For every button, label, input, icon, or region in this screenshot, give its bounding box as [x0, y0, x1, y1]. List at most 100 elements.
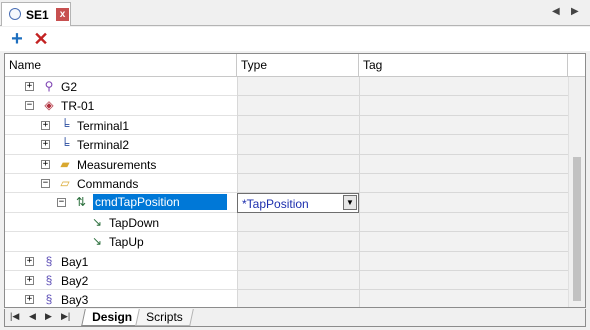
- type-cell[interactable]: [237, 212, 359, 233]
- type-cell[interactable]: [237, 251, 359, 271]
- close-icon[interactable]: x: [56, 8, 69, 21]
- collapse-icon[interactable]: −: [41, 178, 50, 188]
- name-cell[interactable]: ↘ TapUp: [5, 232, 237, 252]
- prev-page-icon[interactable]: ◀: [29, 311, 36, 322]
- node-label: Bay2: [61, 273, 89, 288]
- table-row[interactable]: + ╘ Terminal2: [5, 135, 568, 155]
- transformer-icon: ◈: [44, 98, 54, 113]
- tag-cell[interactable]: [359, 96, 568, 116]
- table-row[interactable]: + § Bay2: [5, 270, 568, 291]
- name-cell[interactable]: + ⚲ G2: [5, 77, 237, 97]
- name-cell[interactable]: ↘ TapDown: [5, 213, 237, 233]
- delete-icon[interactable]: ✕: [31, 29, 51, 49]
- name-cell[interactable]: − ◈ TR-01: [5, 96, 237, 116]
- tag-cell[interactable]: [359, 290, 568, 307]
- name-cell[interactable]: + ▰ Measurements: [5, 155, 237, 174]
- name-cell[interactable]: + § Bay3: [5, 290, 237, 308]
- collapse-icon[interactable]: −: [57, 198, 66, 208]
- toolbar: + ✕: [0, 27, 590, 51]
- document-tab-bar: SE1 x ◀ ▶: [0, 0, 590, 26]
- type-cell[interactable]: [237, 173, 359, 194]
- table-row[interactable]: + ╘ Terminal1: [5, 115, 568, 136]
- command-icon: ⇅: [75, 195, 87, 210]
- table-row[interactable]: − ▱ Commands: [5, 173, 568, 194]
- type-cell[interactable]: [237, 154, 359, 174]
- expand-icon[interactable]: +: [41, 120, 50, 130]
- type-cell[interactable]: *TapPosition ▼: [237, 193, 359, 213]
- bay-icon: §: [45, 253, 53, 268]
- type-cell[interactable]: [237, 270, 359, 291]
- type-cell[interactable]: [237, 115, 359, 136]
- tab-title: SE1: [26, 8, 49, 22]
- command-item-icon: ↘: [91, 214, 103, 229]
- command-item-icon: ↘: [91, 234, 103, 249]
- scrollbar-thumb[interactable]: [573, 157, 581, 301]
- name-cell[interactable]: + § Bay1: [5, 252, 237, 271]
- tag-cell[interactable]: [359, 135, 568, 155]
- tab-scroll-left-icon[interactable]: ◀: [552, 6, 560, 17]
- next-page-icon[interactable]: ▶: [45, 311, 52, 322]
- node-label: G2: [61, 80, 78, 94]
- table-row[interactable]: + § Bay1: [5, 251, 568, 271]
- expand-icon[interactable]: +: [25, 82, 34, 91]
- tab-design-label: Design: [92, 310, 133, 324]
- name-cell[interactable]: + § Bay2: [5, 271, 237, 291]
- last-page-icon[interactable]: ▶|: [61, 311, 70, 322]
- name-cell[interactable]: − ▱ Commands: [5, 174, 237, 194]
- tag-cell[interactable]: [359, 212, 568, 233]
- tab-scripts-label: Scripts: [146, 310, 183, 324]
- node-label: Terminal1: [77, 118, 130, 133]
- name-cell[interactable]: + ╘ Terminal2: [5, 135, 237, 155]
- tree-grid: Name Type Tag + ⚲ G2− ◈ TR-01 + ╘ Terminal1 + ╘ Te…: [4, 53, 586, 308]
- add-icon[interactable]: +: [7, 29, 27, 49]
- table-row[interactable]: − ◈ TR-01: [5, 96, 568, 116]
- tab-scripts[interactable]: Scripts: [135, 309, 194, 326]
- chevron-down-icon[interactable]: ▼: [343, 195, 357, 211]
- name-cell[interactable]: + ╘ Terminal1: [5, 116, 237, 136]
- tag-cell[interactable]: [359, 232, 568, 252]
- node-label: Bay1: [61, 254, 89, 269]
- column-header-tag[interactable]: Tag: [359, 54, 568, 76]
- table-row[interactable]: + ▰ Measurements: [5, 154, 568, 174]
- table-row[interactable]: − ⇅ cmdTapPosition *TapPosition ▼: [5, 193, 568, 213]
- expand-icon[interactable]: +: [41, 140, 50, 150]
- expand-icon[interactable]: +: [25, 295, 34, 305]
- node-label: Terminal2: [77, 138, 130, 153]
- pin-icon: ⚲: [44, 79, 54, 93]
- tab-design[interactable]: Design: [81, 309, 143, 326]
- expand-icon[interactable]: +: [41, 159, 50, 169]
- bay-icon: §: [45, 292, 53, 307]
- node-label: TR-01: [61, 99, 95, 114]
- tag-cell[interactable]: [359, 77, 568, 97]
- type-cell[interactable]: [237, 290, 359, 307]
- tag-cell[interactable]: [359, 115, 568, 136]
- tag-cell[interactable]: [359, 270, 568, 291]
- type-cell[interactable]: [237, 232, 359, 252]
- type-cell[interactable]: [237, 77, 359, 97]
- tab-se1[interactable]: SE1 x: [1, 2, 71, 26]
- expand-icon[interactable]: +: [25, 256, 34, 266]
- bay-icon: §: [45, 272, 53, 287]
- name-cell[interactable]: − ⇅ cmdTapPosition: [5, 193, 237, 213]
- table-row[interactable]: ↘ TapUp: [5, 232, 568, 252]
- tag-cell[interactable]: [359, 154, 568, 174]
- type-cell[interactable]: [237, 135, 359, 155]
- tag-cell[interactable]: [359, 173, 568, 194]
- type-cell[interactable]: [237, 96, 359, 116]
- column-header-name[interactable]: Name: [5, 54, 237, 76]
- tag-cell[interactable]: [359, 251, 568, 271]
- folder-icon: ▰: [60, 156, 70, 171]
- expand-icon[interactable]: +: [25, 275, 34, 285]
- node-label: Bay3: [61, 293, 89, 308]
- first-page-icon[interactable]: |◀: [10, 311, 19, 322]
- table-row[interactable]: + ⚲ G2: [5, 77, 568, 97]
- column-header-type[interactable]: Type: [237, 54, 359, 76]
- tab-scroll-right-icon[interactable]: ▶: [571, 6, 579, 17]
- table-row[interactable]: + § Bay3: [5, 290, 568, 308]
- vertical-scrollbar[interactable]: [568, 77, 585, 307]
- table-row[interactable]: ↘ TapDown: [5, 212, 568, 233]
- document-icon: [9, 8, 21, 20]
- tag-cell[interactable]: [359, 193, 568, 213]
- terminal-icon: ╘: [60, 117, 70, 132]
- collapse-icon[interactable]: −: [25, 101, 34, 111]
